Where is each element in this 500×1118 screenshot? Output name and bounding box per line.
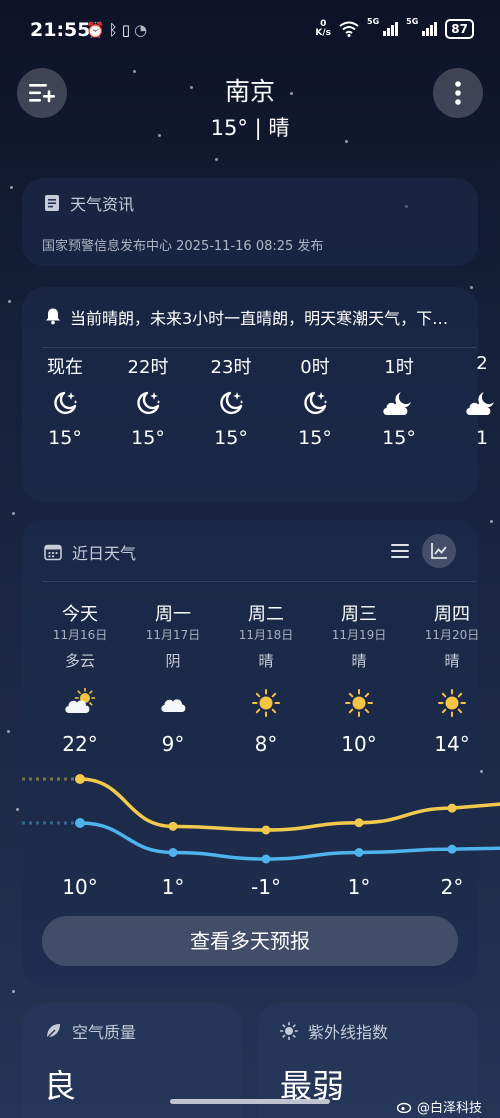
day-low-temp: 1°	[161, 875, 185, 899]
moon-stars-icon	[35, 381, 95, 425]
watermark: @白泽科技	[396, 1097, 482, 1116]
uv-index-title: 紫外线指数	[308, 1023, 389, 1042]
status-time: 21:55	[30, 19, 91, 41]
low-temp-point	[168, 847, 178, 857]
current-weather: 15° | 晴	[210, 116, 290, 140]
high-temp-point	[261, 825, 271, 835]
signal-icon-2	[422, 22, 438, 36]
status-left-icons: ⏰ᛒ▯◔	[86, 21, 151, 39]
hour-label: 22时	[127, 357, 169, 378]
news-title: 天气资讯	[70, 195, 135, 214]
air-quality-header: 空气质量	[44, 1019, 136, 1043]
high-temp-point	[75, 774, 85, 784]
news-subtitle: 国家预警信息发布中心 2025-11-16 08:25 发布	[42, 239, 324, 254]
leaf-icon	[46, 1024, 60, 1039]
sun-icon	[280, 1022, 298, 1040]
moon-cloud-icon	[452, 381, 500, 425]
moon-stars-icon	[201, 381, 261, 425]
status-bar: 21:55 ⏰ᛒ▯◔ 0 K/s 5G 5G 87	[0, 0, 500, 62]
hour-temp: 15°	[214, 427, 248, 449]
uv-index-header: 紫外线指数	[280, 1019, 388, 1043]
day-low-temp: 1°	[347, 875, 371, 899]
wifi-icon	[339, 21, 359, 37]
weather-alert-message[interactable]: 当前晴朗，未来3小时一直晴朗，明天寒潮天气，下…	[70, 305, 500, 329]
temperature-chart	[22, 774, 500, 864]
hourly-forecast-card: 当前晴朗，未来3小时一直晴朗，明天寒潮天气，下… 现在 15° 22时 15° …	[22, 287, 494, 502]
signal-icon-1	[383, 22, 399, 36]
hour-temp: 15°	[48, 427, 82, 449]
air-quality-title: 空气质量	[72, 1023, 137, 1042]
alarm-icon: ⏰	[86, 21, 109, 39]
hour-label: 1时	[384, 357, 414, 378]
low-temp-point	[261, 854, 271, 864]
more-days-forecast-button[interactable]: 查看多天预报	[42, 916, 458, 966]
wifi-off-icon: ◔	[133, 21, 152, 39]
status-right-icons: 0 K/s 5G 5G 87	[315, 17, 474, 39]
sim2-type: 5G	[406, 17, 419, 26]
more-vertical-icon	[455, 81, 461, 105]
air-quality-value: 良	[44, 1067, 77, 1105]
hour-item: 0时 15°	[285, 353, 345, 449]
vibrate-icon: ▯	[121, 21, 134, 39]
net-speed: 0 K/s	[315, 19, 332, 38]
hour-temp: 15°	[382, 427, 416, 449]
hour-label: 23时	[210, 357, 252, 378]
day-low-temp: -1°	[251, 875, 281, 899]
day-low-temp: 2°	[440, 875, 464, 899]
high-temp-point	[447, 803, 457, 813]
low-temp-point	[75, 818, 85, 828]
low-temp-point	[354, 847, 364, 857]
hour-temp: 1	[475, 427, 489, 449]
high-temp-line	[78, 777, 500, 832]
daily-forecast-card: 近日天气 今天 11月16日 多云 22° 周一 11月17日 阴 9° 周二 …	[22, 520, 500, 985]
weibo-icon	[396, 1102, 412, 1113]
moon-stars-icon	[285, 381, 345, 425]
high-temp-point	[168, 821, 178, 831]
home-indicator[interactable]	[170, 1099, 330, 1104]
hour-label: 0时	[300, 357, 330, 378]
hour-label: 2	[476, 353, 488, 374]
city-name: 南京	[224, 77, 275, 106]
hour-item: 1时 15°	[369, 353, 429, 449]
more-options-button[interactable]	[433, 68, 483, 118]
document-icon	[45, 195, 59, 211]
hour-item: 现在 15°	[35, 353, 95, 449]
sim1-type: 5G	[367, 17, 380, 26]
weather-news-card[interactable]: 天气资讯 国家预警信息发布中心 2025-11-16 08:25 发布	[22, 178, 478, 266]
moon-cloud-icon	[369, 381, 429, 425]
hour-temp: 15°	[298, 427, 332, 449]
bluetooth-icon: ᛒ	[108, 21, 122, 39]
high-temp-point	[354, 818, 364, 828]
news-card-header: 天气资讯	[44, 191, 134, 215]
day-low-temp: 10°	[62, 875, 98, 899]
low-temp-point	[447, 844, 457, 854]
hour-label: 现在	[47, 357, 83, 378]
hour-item: 22时 15°	[118, 353, 178, 449]
bell-icon	[46, 308, 60, 325]
hour-item: 23时 15°	[201, 353, 261, 449]
hour-temp: 15°	[131, 427, 165, 449]
hour-item: 2 1	[452, 353, 500, 449]
moon-stars-icon	[118, 381, 178, 425]
battery-icon: 87	[445, 19, 474, 39]
